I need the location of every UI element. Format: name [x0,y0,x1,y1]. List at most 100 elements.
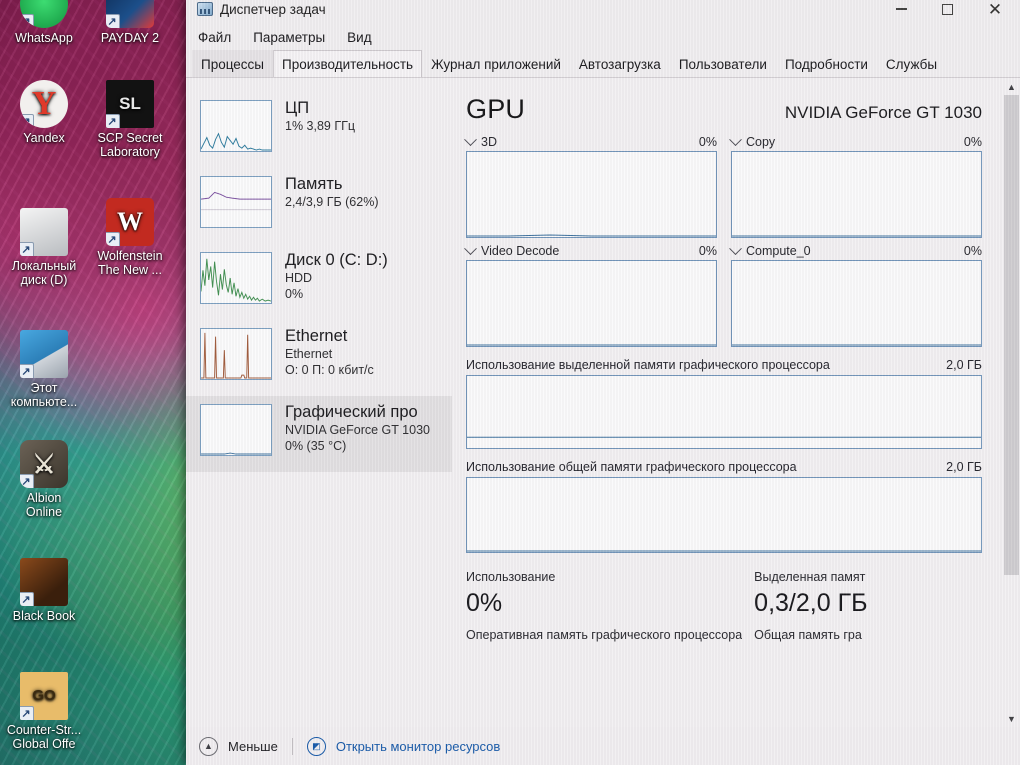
task-manager-icon [197,2,213,16]
disk0-title: Диск 0 (C: D:) [285,251,388,269]
drive-icon: ↗ [20,208,68,256]
resource-item-memory[interactable]: Память 2,4/3,9 ГБ (62%) [186,168,452,244]
gpu-detail-pane: GPU NVIDIA GeForce GT 1030 3D 0% Copy 0%… [452,78,1020,727]
gpu-dedicated-stat: Выделенная памят 0,3/2,0 ГБ Общая память… [754,569,982,644]
blackbook-icon: ↗ [20,558,68,606]
tab-processes[interactable]: Процессы [192,50,274,78]
engine-compute0-graph [731,260,982,347]
memory-text: Память 2,4/3,9 ГБ (62%) [272,174,379,210]
performance-body: ЦП 1% 3,89 ГГц Память 2,4/3,9 ГБ (62%) Д… [186,78,1020,727]
tab-app-history[interactable]: Журнал приложений [422,50,570,78]
shortcut-arrow-icon: ↗ [20,592,34,606]
gpu-usage-sub: Оперативная память графического процессо… [466,628,743,642]
engine-compute0-label: Compute_0 [746,244,811,258]
shortcut-arrow-icon: ↗ [20,474,34,488]
scp-icon: SL ↗ [106,80,154,128]
resource-monitor-icon[interactable]: ◩ [306,736,326,756]
desktop-icon-black-book[interactable]: ↗ Black Book [0,558,92,623]
shortcut-arrow-icon: ↗ [20,364,34,378]
detail-scrollbar[interactable]: ▲ ▼ [1003,78,1020,727]
tab-strip: Процессы Производительность Журнал прило… [186,50,1020,78]
gpu-title: Графический про [285,403,418,421]
desktop-icon-label: SCP Secret [97,131,163,145]
desktop-icon-this-pc[interactable]: ↗ Этот компьюте... [0,330,92,409]
gpu-dedicated-label: Выделенная памят [754,570,866,584]
status-bar: ▲ Меньше ◩ Открыть монитор ресурсов [186,727,1020,765]
scrollbar-thumb[interactable] [1004,95,1019,575]
menu-item-view[interactable]: Вид [344,28,374,47]
shortcut-arrow-icon: ↗ [106,14,120,28]
whatsapp-icon: ↗ [20,0,68,28]
cpu-text: ЦП 1% 3,89 ГГц [272,98,355,134]
minimize-button[interactable] [878,0,924,24]
scroll-down-icon[interactable]: ▼ [1003,710,1020,727]
engine-panel-copy: Copy 0% [729,132,982,238]
gpu-header: GPU NVIDIA GeForce GT 1030 [466,94,1020,125]
collapse-icon[interactable]: ▲ [199,736,218,756]
disk0-line1: HDD [285,271,313,285]
desktop-icon-label2: диск (D) [20,273,68,287]
engine-video-decode-header[interactable]: Video Decode 0% [464,241,717,258]
engine-3d-label: 3D [481,135,497,149]
desktop-icon-label: WhatsApp [15,31,73,45]
fewer-details-label[interactable]: Меньше [228,739,278,754]
scroll-up-icon[interactable]: ▲ [1003,78,1020,95]
gpu-line1: NVIDIA GeForce GT 1030 [285,423,430,437]
resource-item-ethernet[interactable]: Ethernet Ethernet О: 0 П: 0 кбит/с [186,320,452,396]
tab-details[interactable]: Подробности [776,50,877,78]
gpu-mini-graph [200,404,272,456]
maximize-button[interactable] [924,0,970,24]
shortcut-arrow-icon: ↗ [20,114,34,128]
desktop-icon-yandex[interactable]: Y ↗ Yandex [0,80,92,145]
desktop-icon-local-disk[interactable]: ↗ Локальный диск (D) [0,208,92,287]
engine-copy-header[interactable]: Copy 0% [729,132,982,149]
shortcut-arrow-icon: ↗ [106,114,120,128]
tab-services[interactable]: Службы [877,50,946,78]
wolfenstein-icon: W ↗ [106,198,154,246]
desktop-icon-wolfenstein[interactable]: W ↗ Wolfenstein The New ... [82,198,178,277]
engine-3d-header[interactable]: 3D 0% [464,132,717,149]
resource-item-gpu[interactable]: Графический про NVIDIA GeForce GT 1030 0… [186,396,452,472]
title-bar[interactable]: Диспетчер задач ✕ [186,0,1020,24]
gpu-dedicated-value: 0,3/2,0 ГБ [754,589,868,617]
open-resource-monitor-link[interactable]: Открыть монитор ресурсов [336,739,500,754]
engine-copy-label: Copy [746,135,776,149]
desktop-icon-csgo[interactable]: GO ↗ Counter-Str... Global Offe [0,672,92,751]
desktop-icon-label: Этот [30,381,58,395]
engine-video-decode-label: Video Decode [481,244,560,258]
chevron-down-icon [464,132,477,146]
engine-compute0-header[interactable]: Compute_0 0% [729,241,982,258]
desktop-icon-label2: Online [25,505,63,519]
dedicated-memory-header: Использование выделенной памяти графичес… [466,358,982,372]
desktop-icon-albion[interactable]: ⚔ ↗ Albion Online [0,440,92,519]
status-separator [291,737,293,755]
engine-compute0-percent: 0% [963,244,982,258]
cpu-mini-graph [200,100,272,152]
tab-users[interactable]: Пользователи [670,50,776,78]
scrollbar-track[interactable] [1003,95,1020,710]
resource-item-disk0[interactable]: Диск 0 (C: D:) HDD 0% [186,244,452,320]
shared-memory-header: Использование общей памяти графического … [466,460,982,474]
engine-video-decode-graph [466,260,717,347]
tab-performance[interactable]: Производительность [273,50,423,78]
desktop-icon-whatsapp[interactable]: ↗ WhatsApp [0,0,92,45]
menu-item-file[interactable]: Файл [195,28,234,47]
tab-startup[interactable]: Автозагрузка [570,50,670,78]
resource-item-cpu[interactable]: ЦП 1% 3,89 ГГц [186,92,452,168]
desktop-icon-label: PAYDAY 2 [100,31,160,45]
desktop-icon-label: Yandex [23,131,65,145]
dedicated-memory-max: 2,0 ГБ [946,358,982,372]
close-button[interactable]: ✕ [970,0,1020,24]
task-manager-window: Диспетчер задач ✕ Файл Параметры Вид Про… [186,0,1020,765]
chevron-down-icon [729,241,742,255]
gpu-stats: Использование 0% Оперативная память граф… [466,569,1020,644]
gpu-dedicated-sub: Общая память гра [754,628,862,642]
memory-mini-graph [200,176,272,228]
gpu-usage-label: Использование [466,570,556,584]
menu-item-options[interactable]: Параметры [250,28,328,47]
engine-panel-3d: 3D 0% [464,132,717,238]
dedicated-memory-label: Использование выделенной памяти графичес… [466,358,830,372]
desktop-icon-scp[interactable]: SL ↗ SCP Secret Laboratory [82,80,178,159]
desktop-icon-payday2[interactable]: ↗ PAYDAY 2 [82,0,178,45]
shortcut-arrow-icon: ↗ [20,706,34,720]
